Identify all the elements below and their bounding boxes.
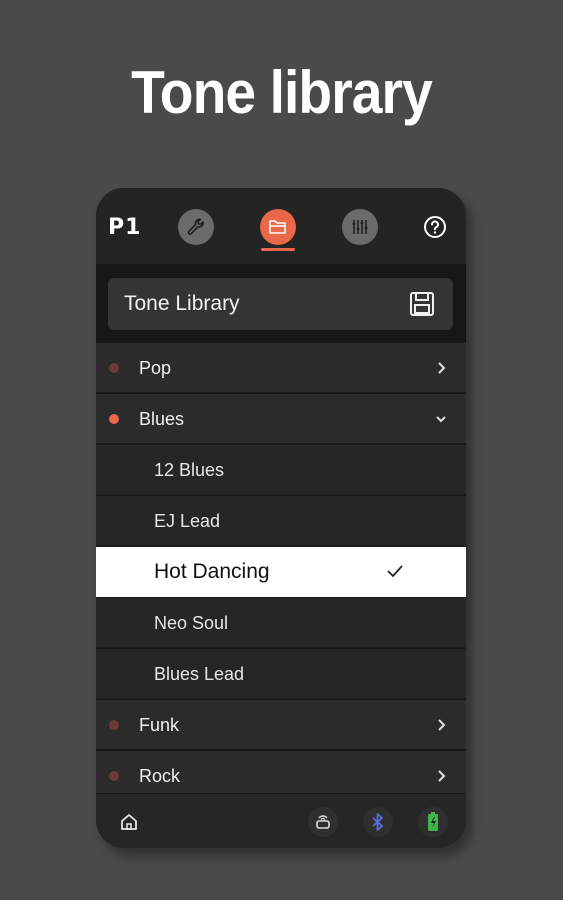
category-row-funk[interactable]: Funk (96, 700, 466, 750)
help-button[interactable] (423, 215, 447, 239)
category-label: Blues (139, 409, 185, 429)
tone-label: Hot Dancing (154, 560, 270, 583)
tab-mixer[interactable] (342, 209, 378, 245)
tone-label: 12 Blues (154, 460, 225, 480)
save-button[interactable] (409, 291, 435, 322)
category-label: Pop (139, 358, 172, 378)
tone-label: Blues Lead (154, 664, 245, 684)
chevron-right-icon (438, 770, 446, 782)
category-dot-active (109, 414, 119, 424)
bluetooth-button[interactable] (363, 807, 393, 837)
active-tab-indicator (261, 248, 295, 251)
library-title: Tone Library (124, 292, 240, 315)
folder-icon (269, 220, 286, 234)
category-row-pop[interactable]: Pop (96, 343, 466, 393)
category-dot (109, 771, 119, 781)
checkmark-icon (387, 565, 403, 578)
category-label: Rock (139, 766, 181, 786)
wrench-icon (187, 218, 204, 235)
tab-settings[interactable] (178, 209, 214, 245)
chevron-right-icon (438, 719, 446, 731)
tone-label: Neo Soul (154, 613, 229, 633)
tone-item-hot-dancing[interactable]: Hot Dancing (96, 547, 466, 597)
category-dot (109, 720, 119, 730)
chevron-down-icon (436, 416, 446, 423)
app-window: P1 Tone Library Pop Blues 12 Blues EJ Le… (96, 188, 466, 848)
bottom-bar (96, 793, 466, 848)
tone-item-blues-lead[interactable]: Blues Lead (96, 649, 466, 699)
bluetooth-icon (372, 813, 383, 831)
save-icon (410, 292, 434, 316)
top-nav-bar: P1 (96, 188, 466, 265)
home-button[interactable] (114, 807, 144, 837)
library-content: Tone Library Pop Blues 12 Blues EJ Lead … (96, 265, 466, 801)
app-logo: P1 (108, 215, 142, 240)
tone-label: EJ Lead (154, 511, 221, 531)
pedal-icon (316, 815, 330, 829)
battery-button[interactable] (418, 807, 448, 837)
tone-item-ej-lead[interactable]: EJ Lead (96, 496, 466, 546)
category-label: Funk (139, 715, 180, 735)
pedal-button[interactable] (308, 807, 338, 837)
tone-item-neo-soul[interactable]: Neo Soul (96, 598, 466, 648)
library-header: Tone Library (108, 278, 453, 330)
category-dot (109, 363, 119, 373)
battery-icon (428, 812, 438, 831)
chevron-right-icon (438, 362, 446, 374)
category-row-blues[interactable]: Blues (96, 394, 466, 444)
help-icon (424, 216, 446, 238)
page-headline: Tone library (131, 59, 433, 126)
home-icon (121, 814, 137, 830)
sliders-icon (352, 220, 368, 234)
tab-library[interactable] (260, 209, 296, 245)
tone-item-12-blues[interactable]: 12 Blues (96, 445, 466, 495)
